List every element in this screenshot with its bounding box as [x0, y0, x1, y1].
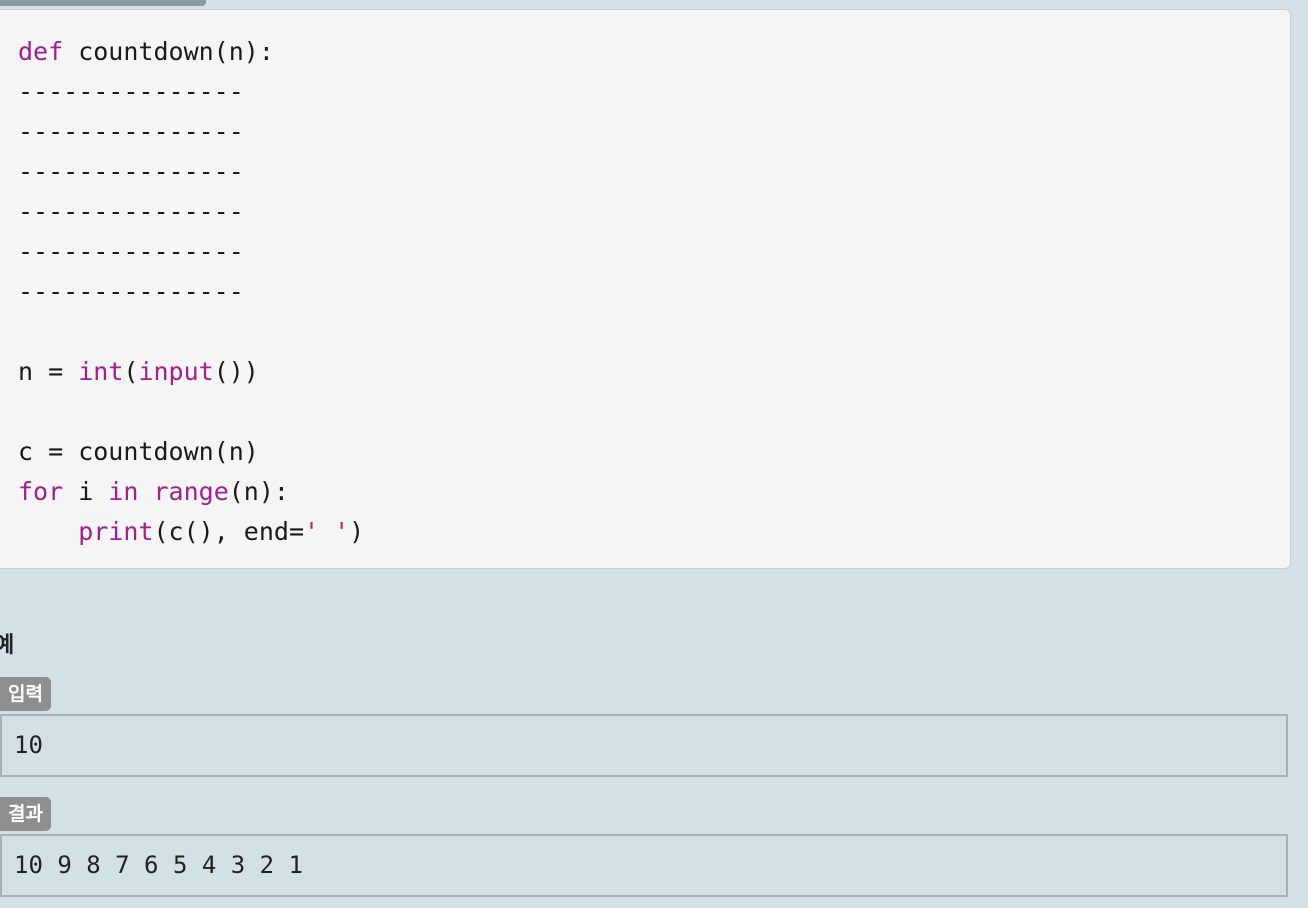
code-block: def countdown(n): --------------- ------… [0, 9, 1291, 569]
code-line: c = countdown(n) [18, 437, 259, 466]
code-keyword: for [18, 477, 64, 506]
code-token: ) [349, 517, 365, 546]
code-token: ( [123, 357, 139, 386]
code-keyword: def [18, 37, 64, 66]
code-string: ' ' [304, 517, 350, 546]
section-tab [0, 0, 206, 6]
code-token: --------------- [18, 277, 244, 306]
code-token: c = countdown(n) [18, 437, 259, 466]
code-line: n = int(input()) [18, 357, 259, 386]
code-line: --------------- [18, 117, 244, 146]
code-token: --------------- [18, 157, 244, 186]
code-token: countdown(n): [63, 37, 274, 66]
code-line: --------------- [18, 197, 244, 226]
example-heading: 예 [0, 633, 15, 658]
input-label-badge: 입력 [0, 677, 51, 711]
code-line: --------------- [18, 237, 244, 266]
code-line: --------------- [18, 277, 244, 306]
sample-output-box: 10 9 8 7 6 5 4 3 2 1 [0, 834, 1288, 897]
code-token: --------------- [18, 197, 244, 226]
code-token: (c(), end= [153, 517, 304, 546]
code-keyword: int [78, 357, 124, 386]
code-line: for i in range(n): [18, 477, 289, 506]
output-label-badge: 결과 [0, 797, 51, 831]
code-token: --------------- [18, 117, 244, 146]
code-line: --------------- [18, 157, 244, 186]
code-token: n = [18, 357, 79, 386]
sample-input-box: 10 [0, 714, 1288, 777]
code-token: --------------- [18, 237, 244, 266]
code-token: (n): [228, 477, 289, 506]
code-token: i [63, 477, 109, 506]
code-keyword: print [78, 517, 154, 546]
code-line: --------------- [18, 77, 244, 106]
code-line: def countdown(n): [18, 37, 274, 66]
code-keyword: in [108, 477, 139, 506]
code-line: print(c(), end=' ') [18, 517, 364, 546]
code-token: ()) [213, 357, 259, 386]
code-token: --------------- [18, 77, 244, 106]
code-keyword: input [138, 357, 214, 386]
code-keyword: range [153, 477, 229, 506]
code-text: def countdown(n): --------------- ------… [18, 32, 1272, 552]
